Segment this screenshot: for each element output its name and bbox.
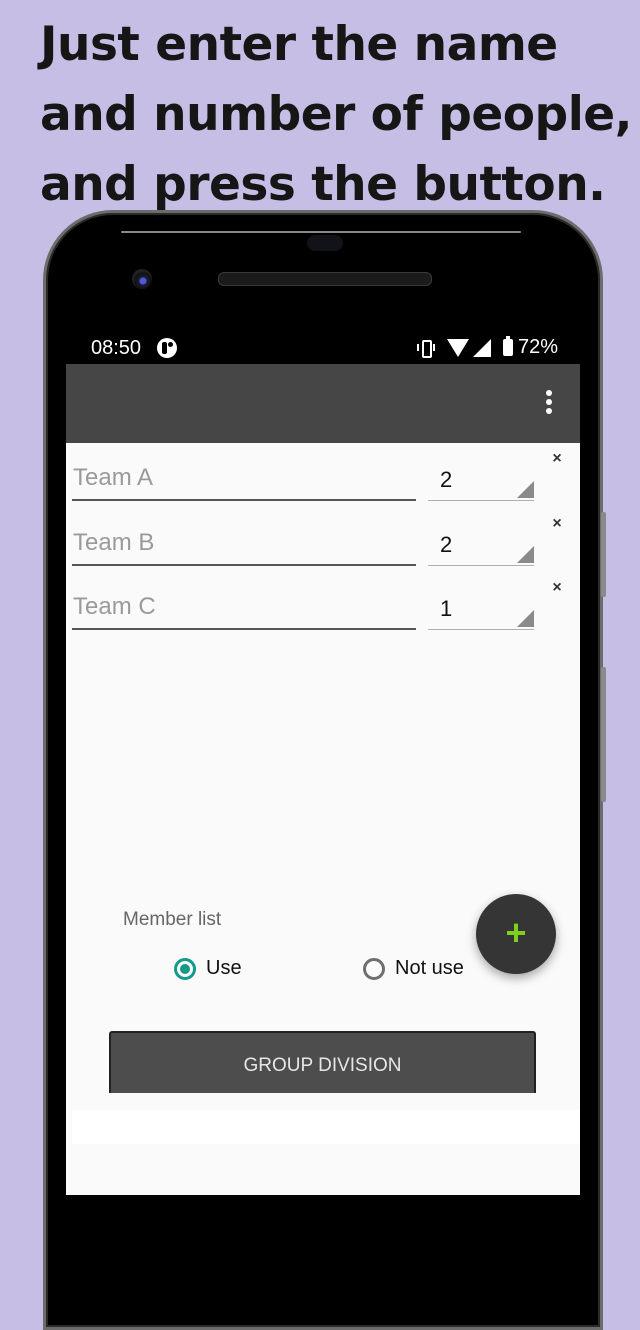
radio-use[interactable]: Use: [174, 957, 242, 980]
member-count-spinner[interactable]: 1: [428, 586, 534, 630]
status-bar: 08:50 72%: [66, 330, 580, 364]
vibrate-icon: [416, 339, 435, 358]
radio-unchecked-icon: [363, 957, 385, 980]
battery-percent: 72%: [517, 336, 558, 358]
front-camera-icon: [132, 269, 152, 289]
earpiece-speaker: [218, 272, 432, 286]
phone-gloss: [121, 231, 521, 233]
team-name-input[interactable]: [72, 586, 416, 630]
spinner-arrow-icon: [517, 610, 534, 627]
battery-charging-icon: [502, 336, 513, 356]
radio-label: Not use: [395, 957, 464, 979]
radio-not-use[interactable]: Not use: [363, 957, 464, 980]
member-count-value: 2: [440, 532, 453, 557]
member-count-value: 1: [440, 596, 453, 621]
power-button: [601, 667, 606, 802]
member-count-spinner[interactable]: 2: [428, 457, 534, 501]
headline-line-1: Just enter the name: [40, 17, 558, 72]
radio-checked-icon: [174, 957, 196, 980]
banner-area: [72, 1110, 580, 1144]
team-name-input[interactable]: [72, 457, 416, 501]
status-icons: 72%: [416, 336, 558, 359]
team-row: 2 ×: [72, 514, 572, 574]
signal-icon: [472, 338, 491, 357]
team-row: 2 ×: [72, 449, 572, 509]
remove-team-icon[interactable]: ×: [549, 580, 565, 596]
headline-line-2: and number of people,: [40, 87, 633, 142]
add-team-fab[interactable]: +: [476, 894, 556, 974]
remove-team-icon[interactable]: ×: [549, 451, 565, 467]
promo-headline: Just enter the name and number of people…: [40, 10, 640, 220]
more-vert-icon[interactable]: [546, 390, 552, 416]
remove-team-icon[interactable]: ×: [549, 516, 565, 532]
add-icon: +: [505, 912, 527, 953]
spinner-arrow-icon: [517, 546, 534, 563]
proximity-sensor: [307, 235, 343, 251]
status-time: 08:50: [91, 337, 142, 359]
app-bar: [66, 364, 580, 443]
volume-button: [601, 512, 606, 597]
sync-icon: [157, 338, 177, 358]
member-count-value: 2: [440, 467, 453, 492]
wifi-icon: [446, 338, 469, 357]
member-list-label: Member list: [123, 909, 222, 930]
spinner-arrow-icon: [517, 481, 534, 498]
team-name-input[interactable]: [72, 522, 416, 566]
main-content: 2 × 2 × 1 × Member list Use: [66, 443, 580, 1195]
radio-label: Use: [206, 957, 242, 979]
member-count-spinner[interactable]: 2: [428, 522, 534, 566]
team-row: 1 ×: [72, 578, 572, 638]
group-division-button[interactable]: GROUP DIVISION: [109, 1031, 536, 1093]
phone-screen: 08:50 72% 2 × 2 ×: [66, 330, 580, 1195]
